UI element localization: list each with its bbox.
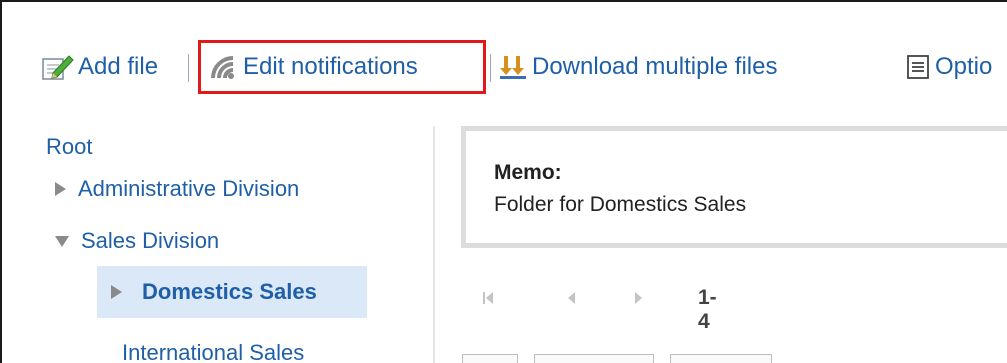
download-icon (498, 53, 528, 81)
add-file-label: Add file (78, 53, 159, 80)
options-label: Optio (935, 53, 993, 80)
toolbar-divider (188, 54, 189, 82)
folder-tree: Root Administrative Division Sales Divis… (2, 120, 432, 363)
action-button[interactable] (670, 354, 772, 363)
next-page-icon[interactable] (634, 290, 644, 311)
previous-page-icon[interactable] (566, 290, 576, 311)
tree-item-sales-division[interactable]: Sales Division (55, 228, 219, 254)
memo-box: Memo: Folder for Domestics Sales (461, 126, 1007, 248)
pane-divider (433, 126, 435, 363)
tree-item-international-sales[interactable]: International Sales (122, 340, 304, 363)
edit-notifications-button[interactable]: Edit notifications (198, 40, 486, 94)
download-multiple-files-button[interactable]: Download multiple files (498, 50, 777, 84)
window-frame: Add file Edit notifications Download mul… (0, 0, 1007, 363)
tree-item-administrative-division[interactable]: Administrative Division (55, 176, 299, 202)
expand-arrow-icon[interactable] (111, 285, 122, 299)
list-icon (905, 54, 931, 80)
toolbar-divider (490, 54, 491, 82)
checkbox-button[interactable] (462, 354, 518, 363)
edit-file-icon (40, 53, 74, 81)
page-range: 1-4 (698, 286, 717, 333)
memo-text: Folder for Domestics Sales (494, 193, 747, 216)
edit-notifications-label: Edit notifications (243, 53, 418, 80)
options-button[interactable]: Optio (905, 50, 992, 84)
expand-arrow-icon[interactable] (55, 182, 66, 196)
toolbar: Add file Edit notifications Download mul… (2, 2, 1007, 112)
tree-item-label: Administrative Division (78, 176, 300, 201)
first-page-icon[interactable] (482, 290, 494, 311)
rss-icon (209, 54, 237, 80)
memo-label: Memo: (494, 161, 562, 184)
tree-item-label: International Sales (122, 340, 305, 363)
tree-item-label: Domestics Sales (142, 279, 317, 304)
download-multiple-files-label: Download multiple files (532, 53, 778, 80)
add-file-button[interactable]: Add file (40, 50, 158, 84)
tree-item-domestics-sales[interactable]: Domestics Sales (97, 266, 367, 318)
action-button[interactable] (534, 354, 654, 363)
collapse-arrow-icon[interactable] (55, 235, 69, 247)
tree-root-link[interactable]: Root (46, 134, 92, 160)
tree-item-label: Sales Division (81, 228, 220, 253)
